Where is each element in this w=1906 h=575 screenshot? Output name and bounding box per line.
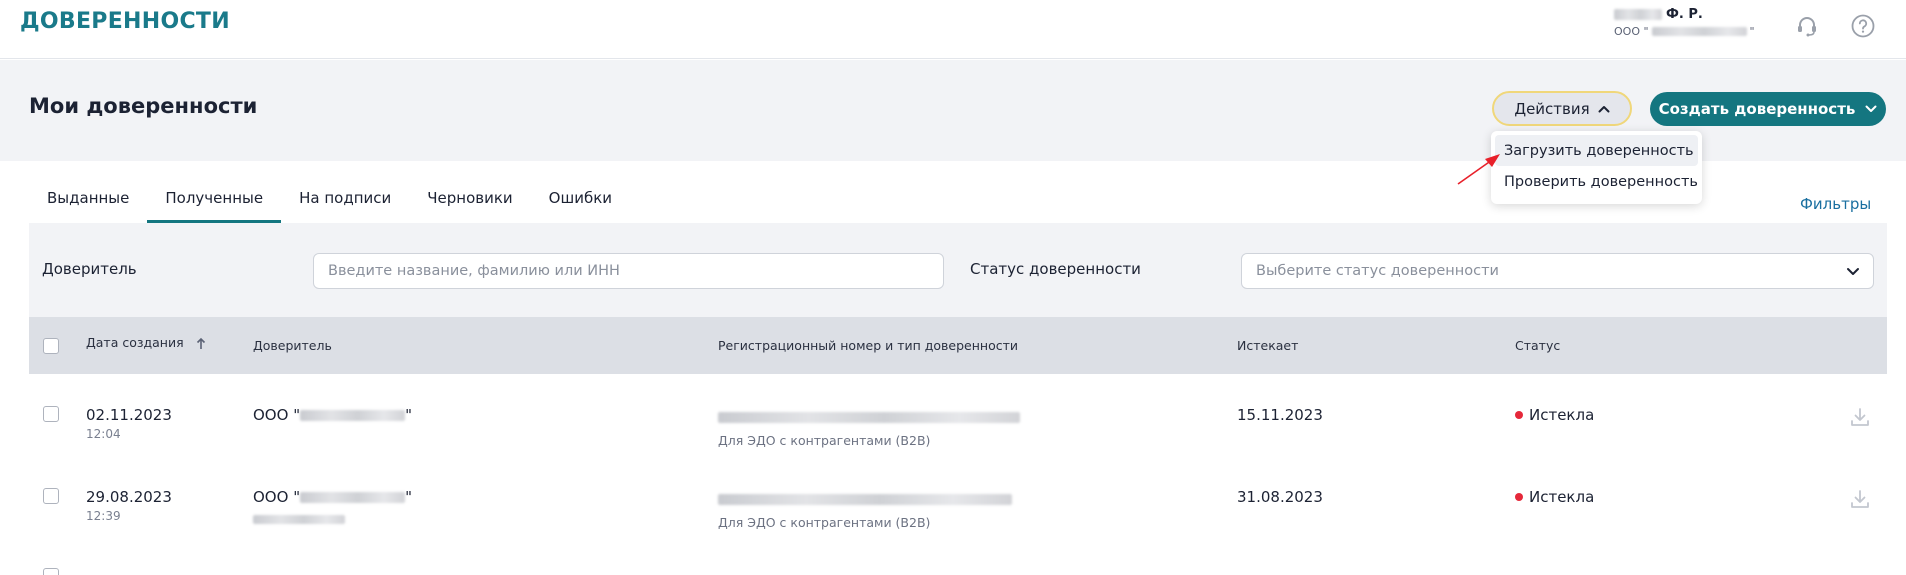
support-headset-icon[interactable] [1794, 13, 1820, 39]
column-header-reg-number: Регистрационный номер и тип доверенности [718, 338, 1018, 353]
tab-errors[interactable]: Ошибки [531, 178, 630, 223]
row-created: 29.08.2023 12:39 [86, 488, 172, 523]
row-principal: ООО " " [253, 406, 412, 424]
download-icon[interactable] [1849, 406, 1871, 428]
select-all-checkbox[interactable] [43, 338, 59, 354]
create-button-label: Создать доверенность [1658, 100, 1856, 118]
user-org-prefix: ООО " [1614, 25, 1649, 38]
user-profile[interactable]: Ф. Р. ООО " " [1614, 7, 1755, 38]
table-row[interactable]: 29.08.2023 12:39 ООО " " Для ЭДО с контра… [29, 456, 1887, 538]
principal-search-input[interactable]: Введите название, фамилию или ИНН [313, 253, 944, 289]
tab-received[interactable]: Полученные [147, 178, 281, 223]
status-text: Истекла [1529, 488, 1595, 506]
row-created: 02.11.2023 12:04 [86, 406, 172, 441]
status-badge: Истекла [1515, 406, 1594, 424]
row-expires: 31.08.2023 [1237, 488, 1323, 506]
status-dot-icon [1515, 493, 1523, 501]
row-time: 12:04 [86, 427, 121, 441]
redacted-principal-name [300, 492, 406, 503]
sort-arrow-up-icon [196, 337, 205, 349]
table-row[interactable]: 02.11.2023 12:04 ООО " " Для ЭДО с контра… [29, 374, 1887, 456]
row-type: Для ЭДО с контрагентами (B2B) [718, 433, 931, 448]
redacted-principal-name [300, 410, 406, 421]
page-title: Мои доверенности [29, 94, 258, 118]
row-type: Для ЭДО с контрагентами (B2B) [718, 515, 931, 530]
row-checkbox[interactable] [43, 488, 59, 504]
row-date: 29.08.2023 [86, 488, 172, 506]
chevron-down-icon [1847, 268, 1859, 275]
row-principal: ООО " " [253, 488, 412, 528]
tab-issued[interactable]: Выданные [29, 178, 147, 223]
menu-item-verify[interactable]: Проверить доверенность [1495, 166, 1698, 197]
column-header-principal: Доверитель [253, 338, 332, 353]
user-name-initials: Ф. Р. [1666, 7, 1703, 22]
status-select-placeholder: Выберите статус доверенности [1256, 263, 1499, 279]
tabs-bar: Выданные Полученные На подписи Черновики… [29, 178, 630, 223]
status-dot-icon [1515, 411, 1523, 419]
chevron-up-icon [1598, 105, 1610, 112]
tab-drafts[interactable]: Черновики [409, 178, 530, 223]
help-icon[interactable] [1850, 13, 1876, 39]
status-select[interactable]: Выберите статус доверенности [1241, 253, 1874, 289]
user-org-suffix: " [1749, 25, 1755, 38]
filters-link[interactable]: Фильтры [1800, 195, 1871, 213]
redacted-registration-number [718, 494, 1012, 505]
download-icon[interactable] [1849, 488, 1871, 510]
user-name: Ф. Р. [1614, 7, 1755, 22]
column-header-expires: Истекает [1237, 338, 1299, 353]
row-time: 12:39 [86, 509, 121, 523]
status-text: Истекла [1529, 406, 1595, 424]
status-filter-label: Статус доверенности [970, 260, 1141, 278]
redacted-org-name [1651, 27, 1747, 36]
row-principal-suffix: " [405, 406, 412, 424]
redacted-user-name [1614, 9, 1662, 20]
tab-on-signing[interactable]: На подписи [281, 178, 409, 223]
annotation-arrow-icon [1457, 154, 1500, 185]
row-expires: 15.11.2023 [1237, 406, 1323, 424]
create-power-of-attorney-button[interactable]: Создать доверенность [1650, 92, 1886, 126]
redacted-principal-line [253, 515, 345, 524]
status-badge: Истекла [1515, 488, 1594, 506]
user-organization: ООО " " [1614, 25, 1755, 38]
column-header-status: Статус [1515, 338, 1561, 353]
row-principal-prefix: ООО " [253, 488, 301, 506]
table-header: Дата создания Доверитель Регистрационный… [29, 317, 1887, 374]
row-registration: Для ЭДО с контрагентами (B2B) [718, 490, 1012, 530]
chevron-down-icon [1865, 105, 1877, 112]
app-title: ДОВЕРЕННОСТИ [20, 9, 230, 34]
column-header-created[interactable]: Дата создания [86, 335, 206, 350]
redacted-registration-number [718, 412, 1020, 423]
top-bar: ДОВЕРЕННОСТИ Ф. Р. ООО " " [0, 0, 1906, 59]
actions-button[interactable]: Действия [1492, 91, 1632, 126]
row-registration: Для ЭДО с контрагентами (B2B) [718, 408, 1020, 448]
filter-panel: Доверитель Введите название, фамилию или… [29, 223, 1887, 317]
menu-item-upload[interactable]: Загрузить доверенность [1495, 135, 1698, 166]
row-principal-prefix: ООО " [253, 406, 301, 424]
column-header-created-label: Дата создания [86, 335, 184, 350]
row-principal-suffix: " [405, 488, 412, 506]
row-checkbox[interactable] [43, 406, 59, 422]
actions-dropdown-menu: Загрузить доверенность Проверить доверен… [1491, 131, 1702, 204]
actions-button-label: Действия [1514, 99, 1590, 118]
principal-filter-label: Доверитель [42, 260, 137, 278]
redacted-principal-extra [253, 510, 412, 528]
row-date: 02.11.2023 [86, 406, 172, 424]
row-checkbox[interactable] [43, 568, 59, 575]
